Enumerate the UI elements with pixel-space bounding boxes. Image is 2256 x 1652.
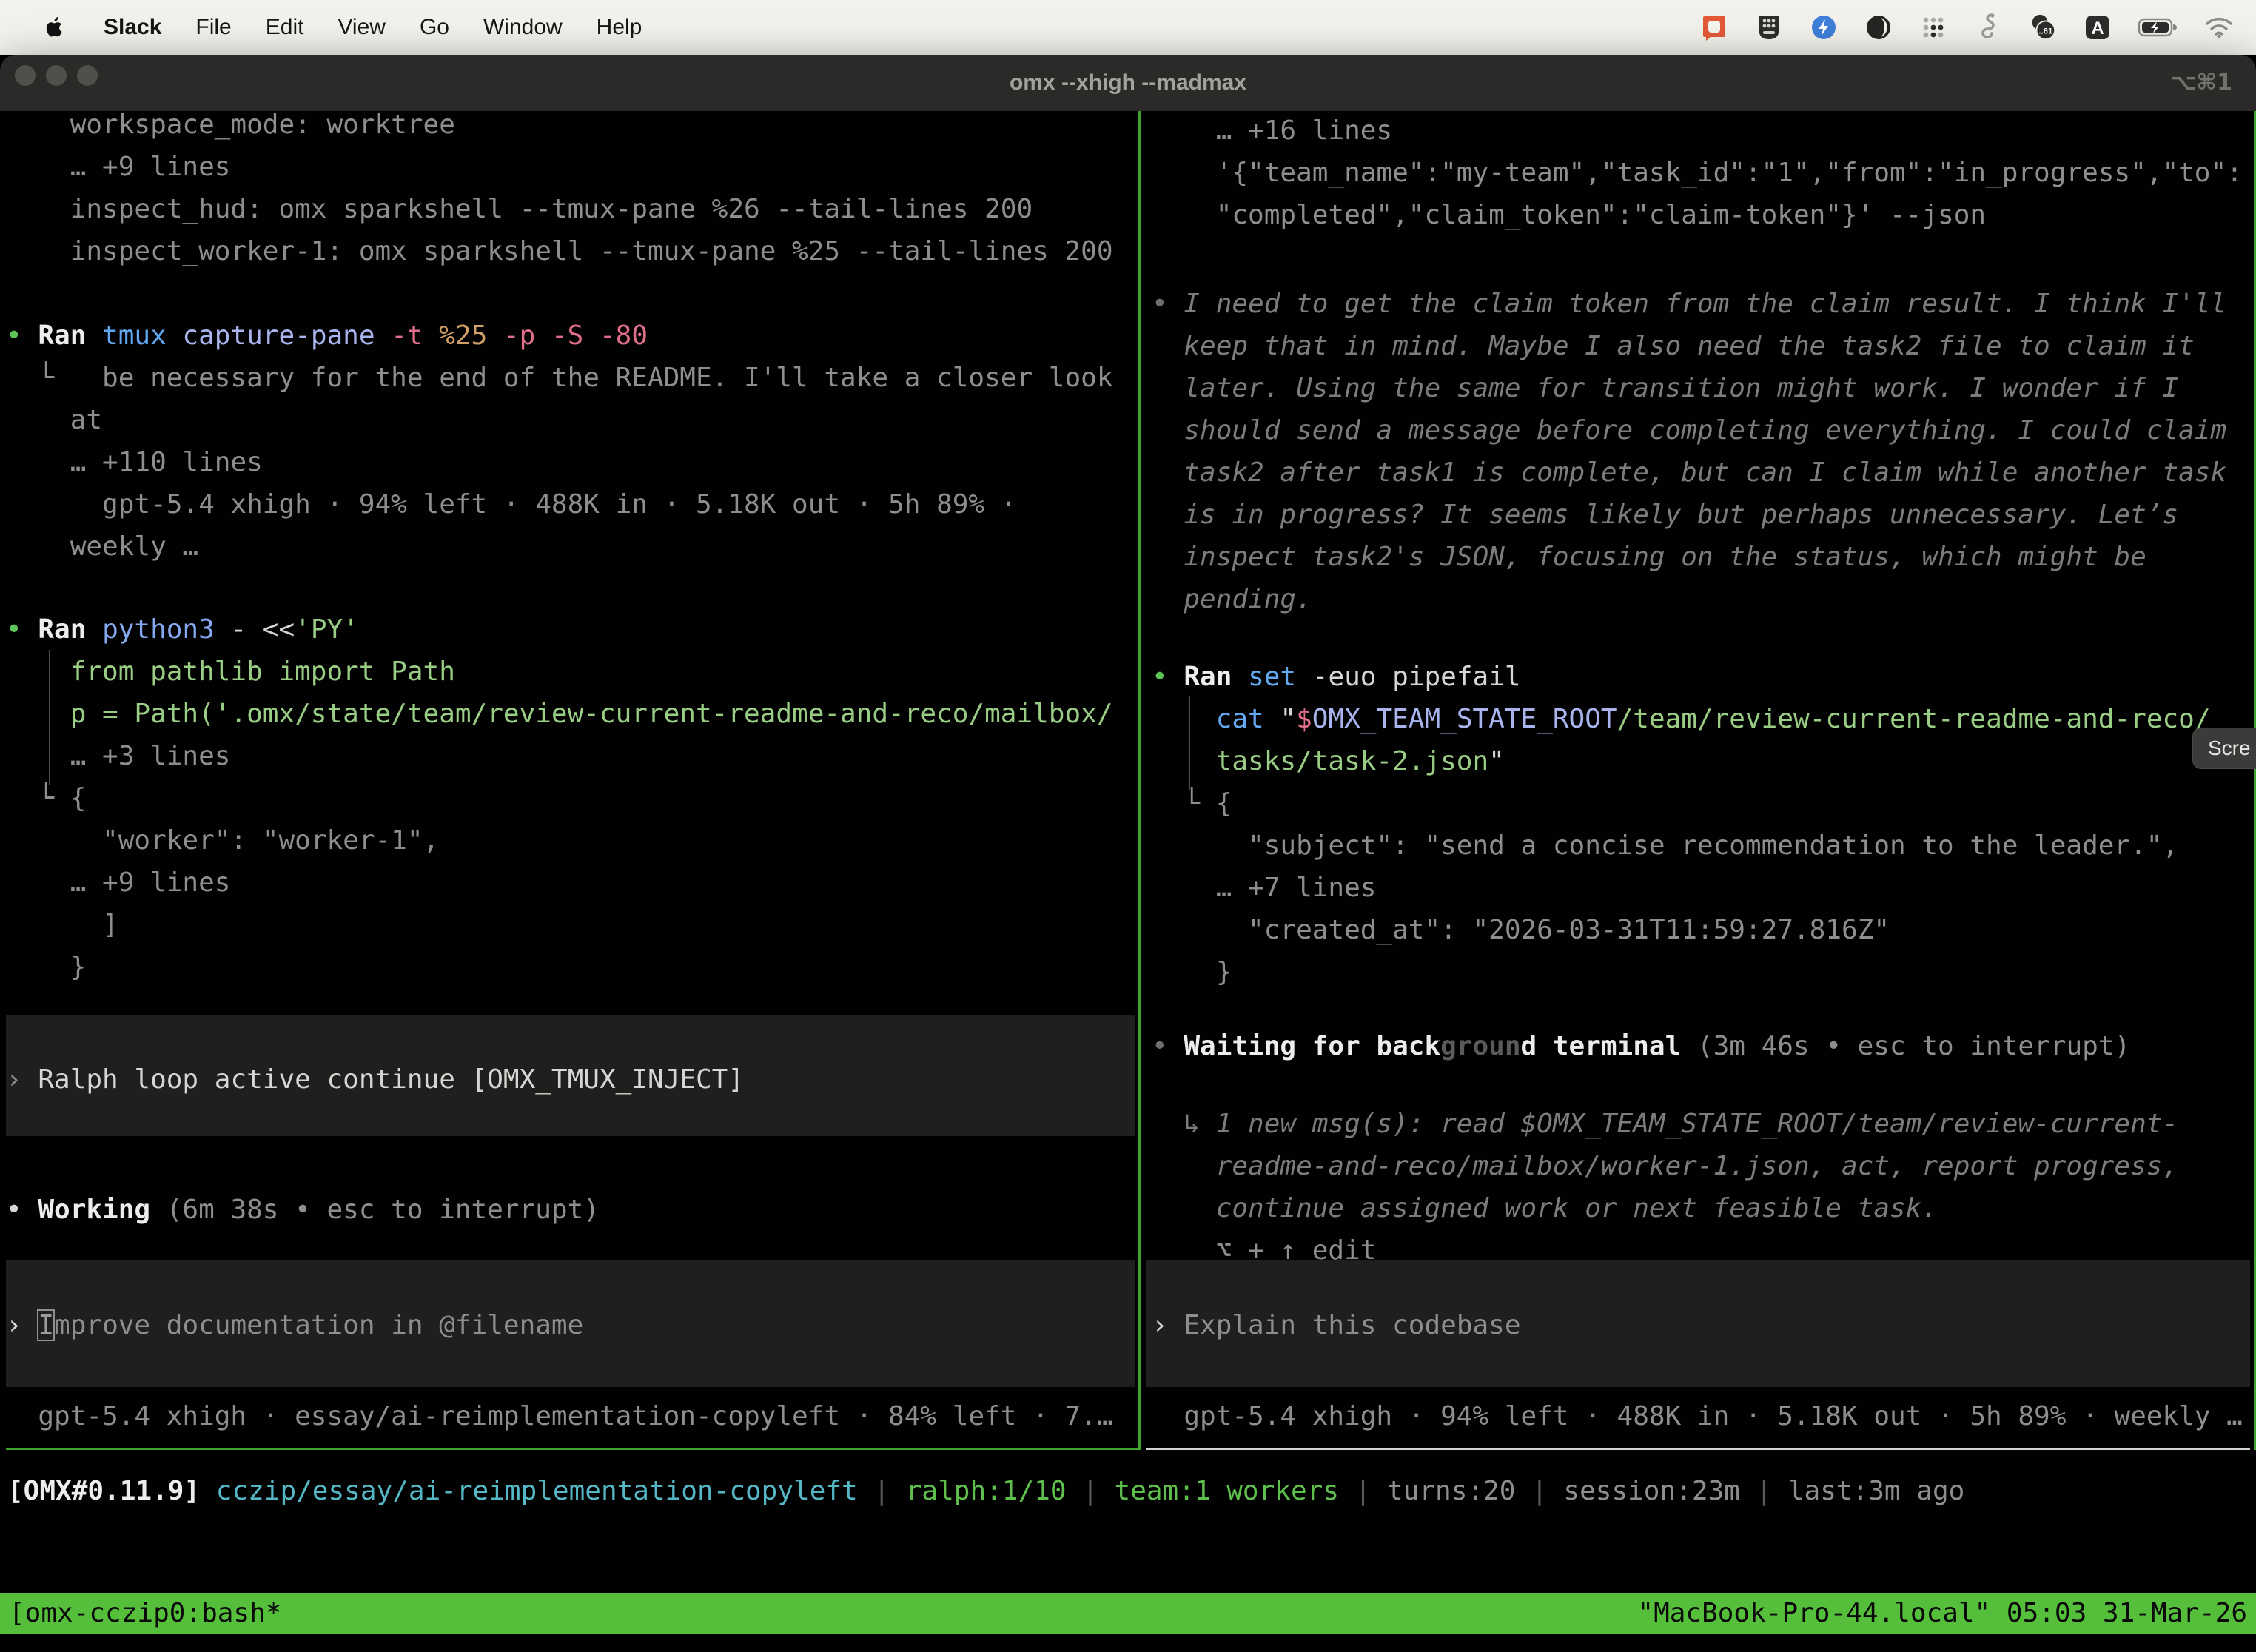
prompt-input-right-text[interactable]: › Explain this codebase [1152, 1304, 1521, 1346]
terminal-line: cat "$OMX_TEAM_STATE_ROOT/team/review-cu… [1152, 698, 2211, 740]
terminal-line: └ { [6, 777, 86, 819]
wifi-icon[interactable] [2204, 13, 2234, 42]
menu-item-edit[interactable]: Edit [266, 15, 304, 40]
menu-item-help[interactable]: Help [597, 15, 642, 40]
menu-item-go[interactable]: Go [420, 15, 449, 40]
terminal-line: "worker": "worker-1", [6, 819, 439, 862]
window-shortcut-label: ⌥⌘1 [2171, 70, 2232, 95]
menu-left: Slack File Edit View Go Window Help [0, 13, 642, 42]
keyboard-icon[interactable] [1754, 13, 1784, 42]
pane-divider[interactable] [1138, 111, 1141, 1450]
terminal-line: "created_at": "2026-03-31T11:59:27.816Z" [1152, 909, 1890, 951]
terminal-line: ] [6, 904, 118, 946]
terminal-line: later. Using the same for transition mig… [1152, 367, 2178, 409]
terminal-line: inspect_hud: omx sparkshell --tmux-pane … [6, 188, 1033, 230]
terminal-line: • Ran tmux capture-pane -t %25 -p -S -80 [6, 315, 648, 357]
chat-app-icon[interactable] [1699, 13, 1729, 42]
terminal-line: task2 after task1 is complete, but can I… [1152, 451, 2226, 494]
left-pane-bottom-border [6, 1448, 1141, 1450]
terminal-line: ↳ 1 new msg(s): read $OMX_TEAM_STATE_ROO… [1152, 1103, 2178, 1145]
terminal-line: └ { [1152, 782, 1232, 825]
terminal-line: … +16 lines [1152, 110, 1392, 152]
tmux-session-label: [omx-cczip0:bash* [9, 1593, 281, 1634]
terminal-line: '{"team_name":"my-team","task_id":"1","f… [1152, 152, 2243, 194]
menu-bar: Slack File Edit View Go Window Help [0, 0, 2256, 55]
terminal-line: at [6, 399, 102, 441]
terminal-line: … +9 lines [6, 862, 230, 904]
terminal-line: p = Path('.omx/state/team/review-current… [6, 693, 1113, 735]
omx-hud-status-line: [OMX#0.11.9] cczip/essay/ai-reimplementa… [7, 1470, 1964, 1512]
terminal-line: … +3 lines [6, 735, 230, 777]
terminal-line: "completed","claim_token":"claim-token"}… [1152, 194, 1986, 236]
menu-items: File Edit View Go Window Help [195, 15, 642, 40]
terminal-line: "subject": "send a concise recommendatio… [1152, 825, 2178, 867]
menu-status-icons: ..61 A [1699, 13, 2256, 42]
prompt-input-left-text[interactable]: › Improve documentation in @filename [6, 1304, 583, 1346]
right-pane-bottom-border [1146, 1448, 2250, 1450]
terminal-line: inspect_worker-1: omx sparkshell --tmux-… [6, 230, 1113, 272]
terminal-line: from pathlib import Path [6, 651, 455, 693]
terminal-line: weekly … [6, 526, 198, 568]
terminal-line: gpt-5.4 xhigh · 94% left · 488K in · 5.1… [6, 483, 1016, 526]
terminal-line: … +110 lines [6, 441, 263, 483]
terminal-line: keep that in mind. Maybe I also need the… [1152, 325, 2195, 367]
apple-logo-icon[interactable] [40, 13, 70, 42]
svg-text:..61: ..61 [2038, 27, 2053, 36]
terminal-line: • I need to get the claim token from the… [1152, 283, 2226, 325]
waiting-status-line: • Waiting for background terminal (3m 46… [1152, 1025, 2130, 1067]
svg-text:A: A [2091, 19, 2104, 38]
right-pane-status: gpt-5.4 xhigh · 94% left · 488K in · 5.1… [1152, 1395, 2243, 1437]
terminal-line: is in progress? It seems likely but perh… [1152, 494, 2178, 536]
badge-61-icon[interactable]: ..61 [2028, 13, 2058, 42]
left-pane-status: gpt-5.4 xhigh · essay/ai-reimplementatio… [6, 1395, 1113, 1437]
input-source-a-icon[interactable]: A [2083, 13, 2112, 42]
terminal-line: … +9 lines [6, 146, 230, 188]
bolt-badge-icon[interactable] [1809, 13, 1839, 42]
terminal-line: pending. [1152, 578, 1312, 620]
crescent-app-icon[interactable] [1864, 13, 1893, 42]
terminal-line: ⌥ + ↑ edit [1152, 1229, 1376, 1272]
menu-app-name[interactable]: Slack [104, 15, 161, 40]
terminal-line: • Ran set -euo pipefail [1152, 656, 1521, 698]
terminal-line: inspect task2's JSON, focusing on the st… [1152, 536, 2146, 578]
terminal-line: continue assigned work or next feasible … [1152, 1187, 1938, 1229]
dots-grid-icon[interactable] [1918, 13, 1948, 42]
squiggle-icon[interactable] [1973, 13, 2003, 42]
terminal-line: tasks/task-2.json" [1152, 740, 1505, 782]
tmux-status-bar: [omx-cczip0:bash* "MacBook-Pro-44.local"… [0, 1593, 2256, 1634]
working-status-line: • Working (6m 38s • esc to interrupt) [6, 1189, 600, 1231]
ralph-status-line: › Ralph loop active continue [OMX_TMUX_I… [6, 1058, 744, 1101]
terminal-line: workspace_mode: worktree [6, 104, 455, 146]
menu-item-window[interactable]: Window [483, 15, 563, 40]
terminal-line: } [1152, 951, 1232, 993]
terminal-line: readme-and-reco/mailbox/worker-1.json, a… [1152, 1145, 2178, 1187]
terminal-line: • Ran python3 - <<'PY' [6, 608, 359, 651]
battery-icon[interactable] [2138, 13, 2179, 42]
window-titlebar[interactable]: omx --xhigh --madmax ⌥⌘1 [0, 55, 2256, 111]
terminal-line: } [6, 946, 86, 988]
screen-share-pill-label: Scre [2208, 736, 2251, 760]
screen: Slack File Edit View Go Window Help [0, 0, 2256, 1652]
window-title: omx --xhigh --madmax [0, 55, 2256, 111]
tmux-host-clock-label: "MacBook-Pro-44.local" 05:03 31-Mar-26 [1637, 1593, 2247, 1634]
terminal-line: should send a message before completing … [1152, 409, 2226, 451]
screen-share-pill[interactable]: Scre [2192, 728, 2256, 769]
menu-item-file[interactable]: File [195, 15, 231, 40]
terminal-line: … +7 lines [1152, 867, 1376, 909]
terminal-line: └ be necessary for the end of the README… [6, 357, 1113, 399]
menu-item-view[interactable]: View [338, 15, 385, 40]
